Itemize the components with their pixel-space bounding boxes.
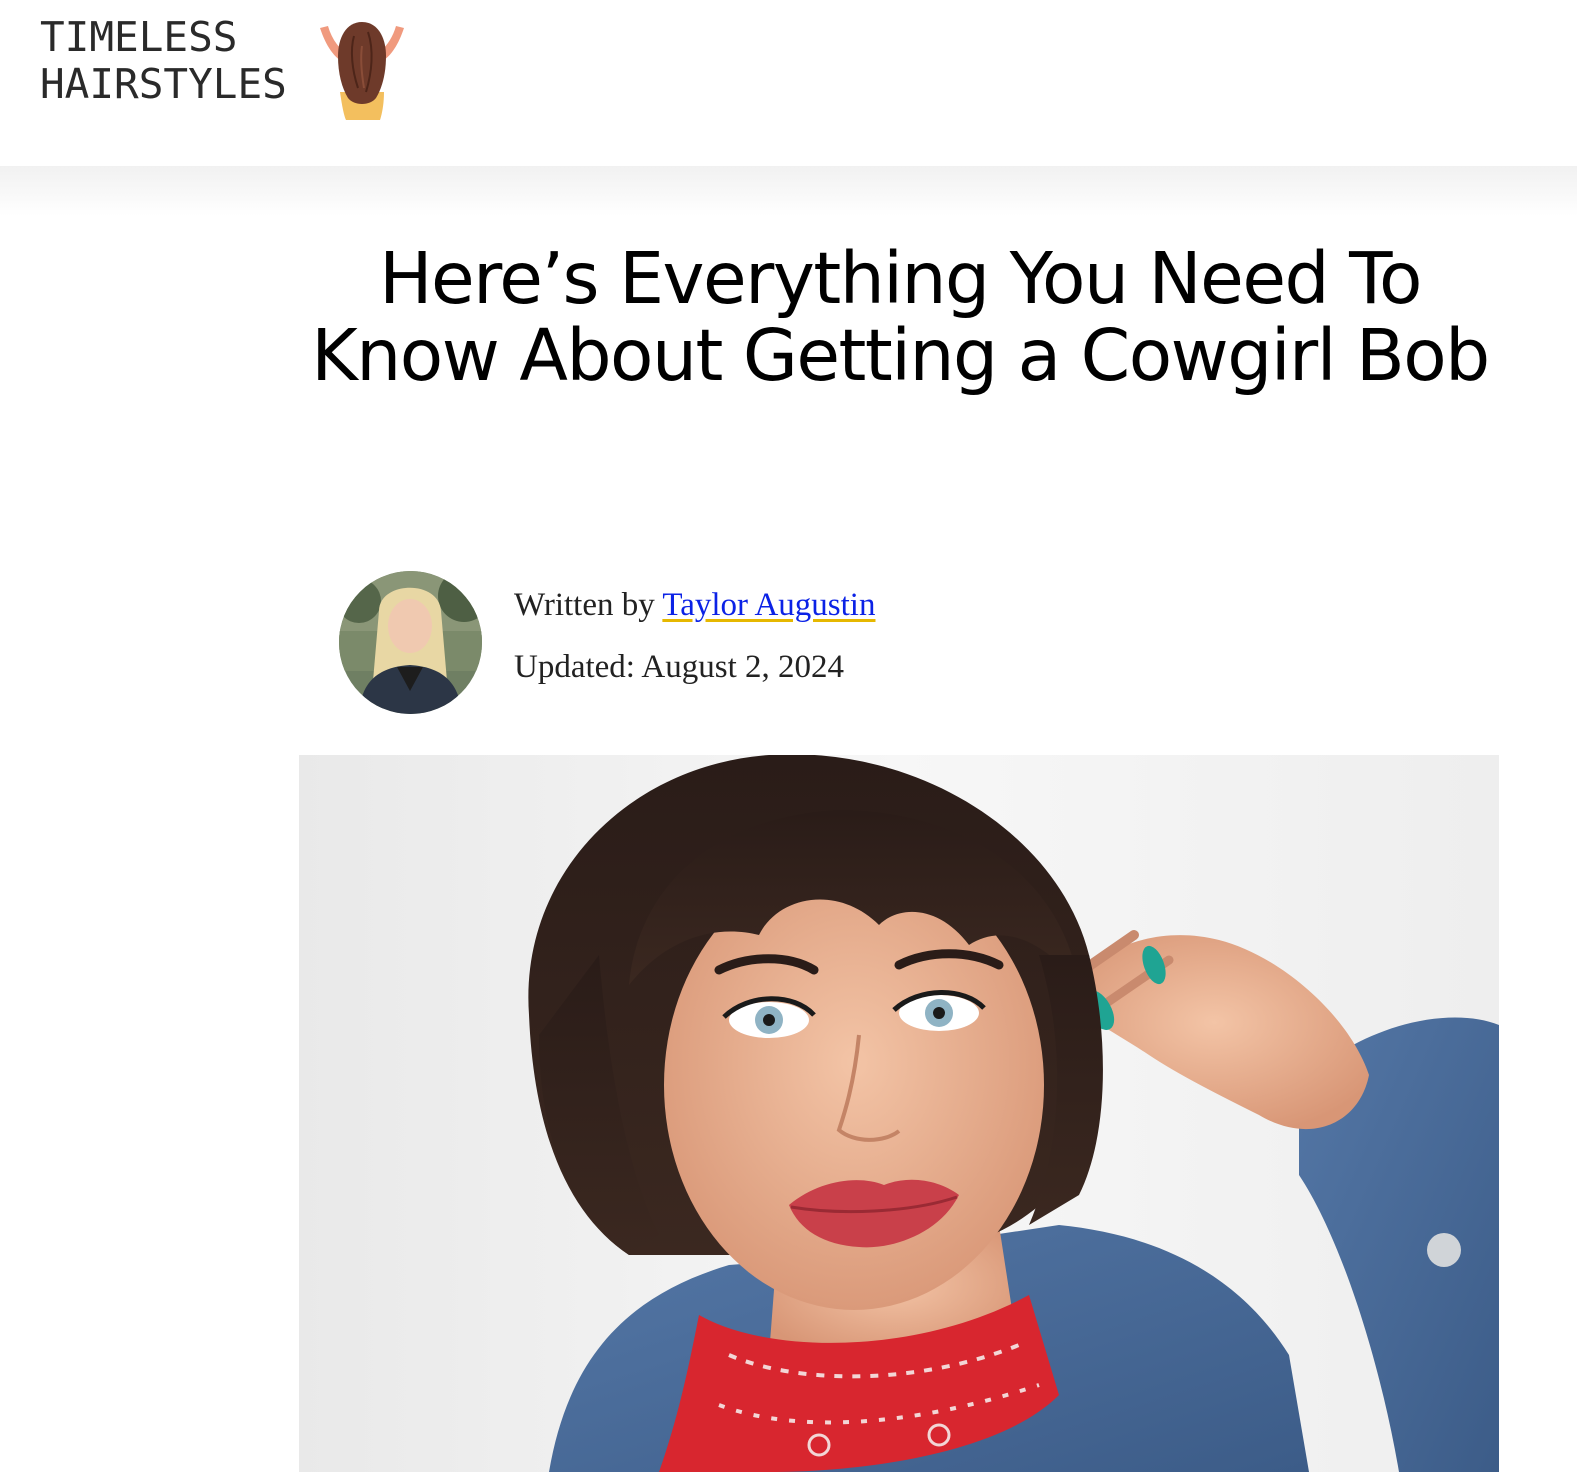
byline-meta: Written by Taylor Augustin Updated: Augu… (514, 587, 875, 686)
updated-date: August 2, 2024 (641, 649, 844, 685)
written-by-label: Written by (514, 587, 663, 623)
updated-label: Updated: (514, 649, 642, 685)
author-avatar-image (339, 571, 482, 714)
site-logo-text: TIMELESS HAIRSTYLES (40, 14, 287, 108)
header-shadow (0, 166, 1577, 216)
written-by-line: Written by Taylor Augustin (514, 587, 875, 627)
hero-image (299, 755, 1499, 1472)
woman-hair-back-icon (320, 22, 404, 120)
article-title: Here’s Everything You Need To Know About… (311, 237, 1490, 397)
updated-line: Updated: August 2, 2024 (514, 649, 875, 686)
site-header: TIMELESS HAIRSTYLES (0, 0, 1577, 166)
hero-photo-illustration (299, 755, 1499, 1472)
author-avatar[interactable] (339, 571, 482, 714)
site-name-line2: HAIRSTYLES (40, 60, 287, 108)
article-byline: Written by Taylor Augustin Updated: Augu… (339, 571, 1039, 716)
site-name-line1: TIMELESS (40, 13, 238, 61)
site-logo-link[interactable]: TIMELESS HAIRSTYLES (40, 14, 420, 124)
author-name-link[interactable]: Taylor Augustin (662, 587, 875, 623)
